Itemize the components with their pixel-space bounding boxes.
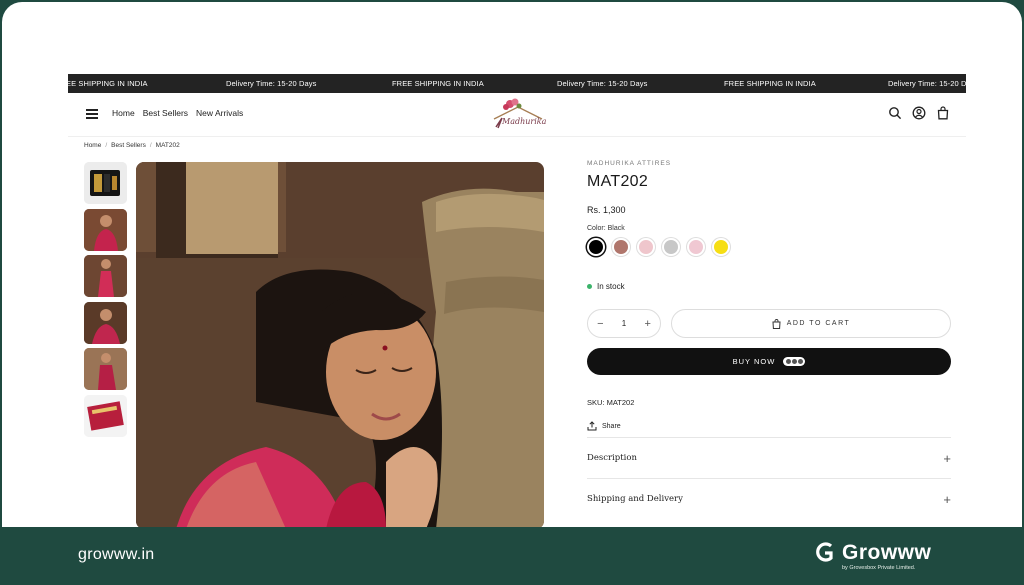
nav-link-best-sellers[interactable]: Best Sellers [143,108,188,118]
add-to-cart-button[interactable]: ADD TO CART [671,309,951,338]
plus-icon[interactable]: + [644,318,650,330]
header-actions [888,106,950,120]
nav-link-new-arrivals[interactable]: New Arrivals [196,108,243,118]
add-to-cart-label: ADD TO CART [786,320,851,327]
product-thumbnail[interactable] [84,208,127,251]
cart-icon[interactable] [936,106,950,120]
nav-links: Home Best Sellers New Arrivals [112,108,243,118]
footer-brand: Growww [814,540,931,566]
share-button[interactable]: Share [587,421,951,431]
purchase-row: − 1 + ADD TO CART [587,309,951,338]
swatch-light-pink[interactable] [687,238,705,256]
ticker-item: Delivery Time: 15-20 Days [557,79,648,88]
accordion-list: Description + Shipping and Delivery + [587,437,951,519]
accordion-title: Shipping and Delivery [587,494,683,504]
accordion-shipping[interactable]: Shipping and Delivery + [587,478,951,519]
stock-label: In stock [597,282,625,291]
logo-wordmark: Madhurika [502,117,547,126]
quantity-value[interactable]: 1 [622,319,626,328]
plus-icon: + [943,450,951,466]
footer-url: growww.in [78,546,155,563]
swatch-yellow[interactable] [712,238,730,256]
product-thumbnail[interactable] [84,162,127,204]
store-page: EE SHIPPING IN INDIA Delivery Time: 15-2… [68,74,966,527]
brand-logo[interactable] [484,97,554,133]
nav-link-home[interactable]: Home [112,108,135,118]
in-stock-dot-icon [587,284,592,289]
ticker-item: FREE SHIPPING IN INDIA [392,79,484,88]
ticker-item: EE SHIPPING IN INDIA [68,79,148,88]
breadcrumb-current: MAT202 [155,142,180,149]
main-product-image[interactable] [136,162,544,527]
breadcrumb-home[interactable]: Home [84,142,101,149]
browser-frame: EE SHIPPING IN INDIA Delivery Time: 15-2… [0,0,1024,527]
color-swatches [587,238,951,256]
product-thumbnail[interactable] [84,301,127,344]
payment-methods-icon [783,357,806,366]
search-icon[interactable] [888,106,902,120]
product-thumbnail[interactable] [84,255,127,298]
share-icon [587,421,597,431]
share-label: Share [602,422,621,430]
minus-icon[interactable]: − [597,318,603,330]
swatch-grey[interactable] [662,238,680,256]
product-thumbnail[interactable] [84,394,127,437]
ticker-item: Delivery Time: 15-20 Da [888,79,966,88]
swatch-pink[interactable] [637,238,655,256]
accordion-title: Description [587,453,637,463]
quantity-stepper: − 1 + [587,309,661,338]
swatch-black[interactable] [587,238,605,256]
account-icon[interactable] [912,106,926,120]
growww-logo-icon [816,542,833,562]
brand-name: Growww [842,541,932,564]
plus-icon: + [943,491,951,507]
color-label: Color: Black [587,225,625,232]
stock-status: In stock [587,282,951,291]
breadcrumb: Home / Best Sellers / MAT202 [84,142,180,149]
brand-subtitle: by Grovesbox Private Limited. [842,565,916,571]
bag-icon [772,318,781,329]
header: Home Best Sellers New Arrivals Madhurika [68,93,966,137]
swatch-brown[interactable] [612,238,630,256]
product-price: Rs. 1,300 [587,205,626,215]
product-thumbnail[interactable] [84,348,127,391]
menu-icon[interactable] [86,109,98,119]
thumbnail-gallery [84,162,128,442]
buy-now-button[interactable]: BUY NOW [587,348,951,375]
accordion-description[interactable]: Description + [587,437,951,478]
product-sku: SKU: MAT202 [587,398,635,407]
announcement-ticker: EE SHIPPING IN INDIA Delivery Time: 15-2… [68,74,966,93]
ticker-item: Delivery Time: 15-20 Days [226,79,317,88]
buy-now-label: BUY NOW [732,357,776,366]
vendor-name: MADHURIKA ATTIRES [587,160,672,167]
product-title: MAT202 [587,173,649,190]
product-info: MADHURIKA ATTIRES MAT202 Rs. 1,300 Color… [587,160,951,519]
ticker-item: FREE SHIPPING IN INDIA [724,79,816,88]
breadcrumb-best-sellers[interactable]: Best Sellers [111,142,146,149]
